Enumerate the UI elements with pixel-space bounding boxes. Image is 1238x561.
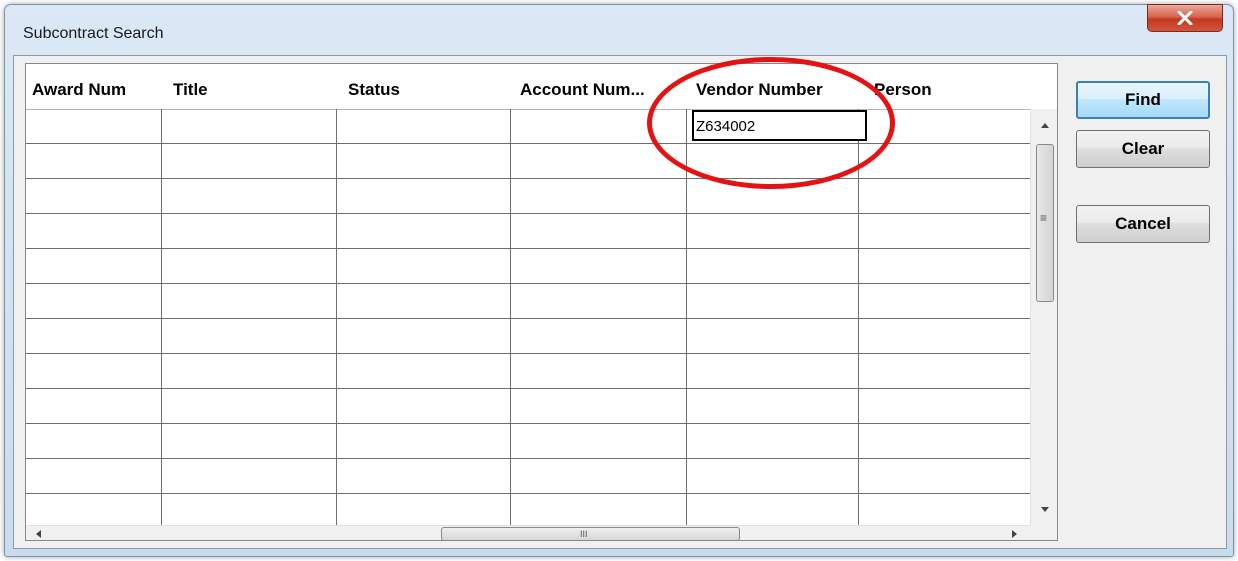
cancel-button[interactable]: Cancel bbox=[1076, 205, 1210, 243]
subcontract-search-dialog: Subcontract Search Award Num Title Statu… bbox=[4, 4, 1234, 557]
scroll-left-arrow-icon[interactable] bbox=[36, 530, 41, 538]
vertical-scrollbar[interactable]: ≡ bbox=[1030, 109, 1057, 525]
grip-icon: ≡ bbox=[1040, 211, 1048, 225]
results-grid[interactable]: Award Num Title Status Account Num... Ve… bbox=[25, 63, 1058, 541]
dialog-body: Award Num Title Status Account Num... Ve… bbox=[13, 55, 1227, 549]
window-title: Subcontract Search bbox=[23, 25, 164, 42]
column-header-title[interactable]: Title bbox=[161, 64, 336, 109]
column-header-status[interactable]: Status bbox=[336, 64, 510, 109]
close-icon bbox=[1177, 11, 1193, 25]
scrollbar-corner bbox=[1030, 525, 1057, 540]
grip-icon: III bbox=[580, 529, 588, 539]
close-button[interactable] bbox=[1147, 4, 1223, 32]
clear-button[interactable]: Clear bbox=[1076, 130, 1210, 168]
horizontal-scroll-thumb[interactable]: III bbox=[441, 527, 740, 540]
grid-lines bbox=[26, 64, 1057, 540]
scroll-up-arrow-icon[interactable] bbox=[1041, 123, 1049, 128]
vertical-scroll-thumb[interactable]: ≡ bbox=[1036, 144, 1054, 302]
column-header-person[interactable]: Person bbox=[862, 64, 1030, 109]
column-header-vendor-number[interactable]: Vendor Number bbox=[686, 64, 862, 109]
column-header-award-num[interactable]: Award Num bbox=[26, 64, 161, 109]
find-button[interactable]: Find bbox=[1076, 81, 1210, 119]
column-header-account-num[interactable]: Account Num... bbox=[510, 64, 686, 109]
scroll-down-arrow-icon[interactable] bbox=[1041, 507, 1049, 512]
vendor-number-cell-input[interactable]: Z634002 bbox=[692, 110, 867, 141]
scroll-right-arrow-icon[interactable] bbox=[1012, 530, 1017, 538]
grid-header: Award Num Title Status Account Num... Ve… bbox=[26, 64, 1057, 109]
horizontal-scrollbar[interactable]: III bbox=[26, 525, 1030, 540]
title-bar[interactable]: Subcontract Search bbox=[5, 4, 1233, 55]
